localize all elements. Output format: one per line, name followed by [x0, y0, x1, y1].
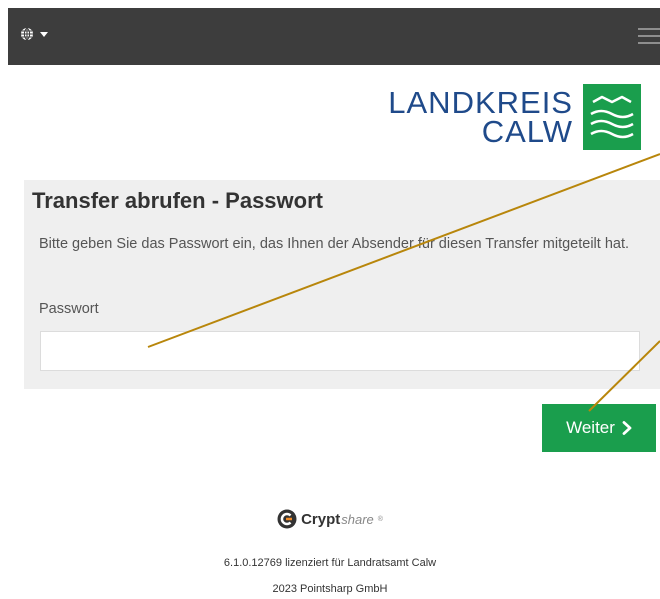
brand-name-bold: Crypt	[301, 510, 341, 528]
license-text: 6.1.0.12769 lizenziert für Landratsamt C…	[223, 557, 437, 569]
globe-icon	[21, 27, 33, 41]
registered-mark: ®	[377, 515, 383, 523]
hamburger-menu-button[interactable]	[634, 25, 660, 47]
menu-bar-icon	[638, 28, 660, 30]
logo-line-1: LANDKREIS	[388, 85, 573, 120]
logo-text: LANDKREIS CALW	[388, 85, 573, 149]
page-title: Transfer abrufen - Passwort	[32, 188, 323, 213]
copyright-text: 2023 Pointsharp GmbH	[272, 583, 388, 595]
landkreis-calw-logo: LANDKREIS CALW	[388, 84, 641, 150]
language-dropdown[interactable]	[20, 27, 48, 41]
caret-down-icon	[40, 31, 48, 37]
brand-name-light: share	[341, 511, 374, 527]
password-input[interactable]	[40, 331, 640, 371]
password-label: Passwort	[39, 301, 99, 317]
waves-logo-icon	[583, 84, 641, 150]
chevron-right-icon	[622, 421, 632, 435]
next-button[interactable]: Weiter	[542, 404, 656, 452]
top-navbar	[8, 8, 660, 65]
next-button-label: Weiter	[566, 418, 615, 437]
menu-bar-icon	[638, 35, 660, 37]
cryptshare-logo: Crypt share ®	[0, 509, 660, 529]
logo-line-2: CALW	[481, 114, 573, 149]
password-card: Transfer abrufen - Passwort Bitte geben …	[24, 180, 660, 389]
page: LANDKREIS CALW Transfer abrufen - Passwo…	[0, 0, 660, 599]
menu-bar-icon	[638, 42, 660, 44]
instruction-text: Bitte geben Sie das Passwort ein, das Ih…	[39, 236, 630, 252]
cryptshare-logo-icon	[277, 509, 297, 529]
